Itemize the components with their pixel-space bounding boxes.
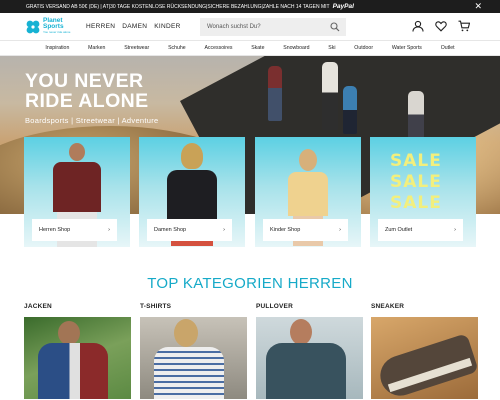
category-sneaker[interactable]: SNEAKER — [371, 303, 478, 399]
site-header: Planet Sports You never ride alone HERRE… — [0, 13, 500, 40]
hero-skater-figure — [343, 86, 357, 134]
sale-text: SALE — [390, 151, 442, 171]
outlet-label: Zum Outlet — [385, 227, 413, 233]
hero-headline: YOU NEVER RIDE ALONE — [25, 71, 149, 111]
logo-text: Planet Sports You never ride alone — [43, 17, 71, 35]
promo-text: GRATIS VERSAND AB 50€ (DE) | AT|30 TAGE … — [26, 3, 330, 10]
close-icon[interactable]: ✕ — [474, 1, 482, 12]
pullover-photo[interactable] — [256, 317, 363, 399]
cat-snowboard[interactable]: Snowboard — [283, 45, 309, 51]
herren-shop-button[interactable]: Herren Shop › — [32, 219, 117, 241]
hero-headline-line1: YOU NEVER — [25, 70, 144, 92]
chevron-right-icon: › — [108, 227, 110, 233]
herren-shop-label: Herren Shop — [39, 227, 71, 233]
logo-line2: Sports — [43, 23, 64, 30]
chevron-right-icon: › — [223, 227, 225, 233]
cat-accessoires[interactable]: Accessoires — [204, 45, 232, 51]
cart-icon[interactable] — [458, 19, 471, 32]
wishlist-heart-icon[interactable] — [435, 19, 447, 32]
card-herren[interactable]: Herren Shop › — [24, 137, 130, 247]
cat-water-sports[interactable]: Water Sports — [392, 45, 422, 51]
search-input[interactable]: Wonach suchst Du? — [200, 18, 346, 36]
card-kinder[interactable]: Kinder Shop › — [255, 137, 361, 247]
jacken-photo[interactable] — [24, 317, 131, 399]
sale-text: SALE — [390, 172, 442, 192]
top-categories-title: TOP KATEGORIEN HERREN — [147, 275, 353, 292]
paypal-logo: PayPal — [332, 3, 354, 10]
cat-ski[interactable]: Ski — [328, 45, 335, 51]
category-pullover[interactable]: PULLOVER — [256, 303, 363, 399]
outlet-button[interactable]: Zum Outlet › — [378, 219, 463, 241]
chevron-right-icon: › — [454, 227, 456, 233]
planet-sports-logo[interactable]: Planet Sports You never ride alone — [26, 17, 82, 35]
cat-outlet[interactable]: Outlet — [441, 45, 455, 51]
kinder-shop-button[interactable]: Kinder Shop › — [263, 219, 348, 241]
cat-schuhe[interactable]: Schuhe — [168, 45, 186, 51]
card-damen[interactable]: Damen Shop › — [139, 137, 245, 247]
nav-kinder[interactable]: KINDER — [154, 23, 180, 30]
kinder-shop-label: Kinder Shop — [270, 227, 301, 233]
category-t-shirts[interactable]: T-SHIRTS — [140, 303, 247, 399]
cat-marken[interactable]: Marken — [88, 45, 105, 51]
search-placeholder: Wonach suchst Du? — [207, 24, 261, 30]
hero-tags: Boardsports | Streetwear | Adventure — [25, 116, 159, 125]
logo-mark-icon — [26, 20, 40, 34]
t-shirts-photo[interactable] — [140, 317, 247, 399]
sale-text: SALE — [390, 193, 442, 213]
hero-skater-figure — [408, 91, 424, 138]
header-icons — [412, 19, 471, 32]
hero-skater-figure — [322, 62, 338, 130]
sale-graphic: SALE SALE SALE — [390, 151, 442, 214]
account-icon[interactable] — [412, 19, 424, 32]
cat-skate[interactable]: Skate — [251, 45, 264, 51]
search-icon[interactable] — [330, 22, 340, 32]
promo-bar: GRATIS VERSAND AB 50€ (DE) | AT|30 TAGE … — [0, 0, 500, 13]
damen-shop-label: Damen Shop — [154, 227, 187, 233]
category-label: PULLOVER — [256, 303, 293, 310]
category-nav: Inspiration Marken Streetwear Schuhe Acc… — [0, 40, 500, 56]
hero-headline-line2: RIDE ALONE — [25, 90, 149, 112]
category-label: T-SHIRTS — [140, 303, 172, 310]
cat-streetwear[interactable]: Streetwear — [124, 45, 149, 51]
nav-damen[interactable]: DAMEN — [122, 23, 147, 30]
chevron-right-icon: › — [339, 227, 341, 233]
nav-herren[interactable]: HERREN — [86, 23, 115, 30]
logo-tagline: You never ride alone — [43, 30, 71, 34]
gender-nav: HERREN DAMEN KINDER — [86, 23, 181, 30]
category-label: SNEAKER — [371, 303, 405, 310]
hero-skater-figure — [268, 66, 282, 121]
category-jacken[interactable]: JACKEN — [24, 303, 131, 399]
category-label: JACKEN — [24, 303, 52, 310]
damen-shop-button[interactable]: Damen Shop › — [147, 219, 232, 241]
sneaker-photo[interactable] — [371, 317, 478, 399]
card-outlet[interactable]: SALE SALE SALE Zum Outlet › — [370, 137, 476, 247]
cat-outdoor[interactable]: Outdoor — [354, 45, 373, 51]
shop-cards: Herren Shop › Damen Shop › Kinder Shop ›… — [0, 137, 500, 247]
cat-inspiration[interactable]: Inspiration — [45, 45, 69, 51]
